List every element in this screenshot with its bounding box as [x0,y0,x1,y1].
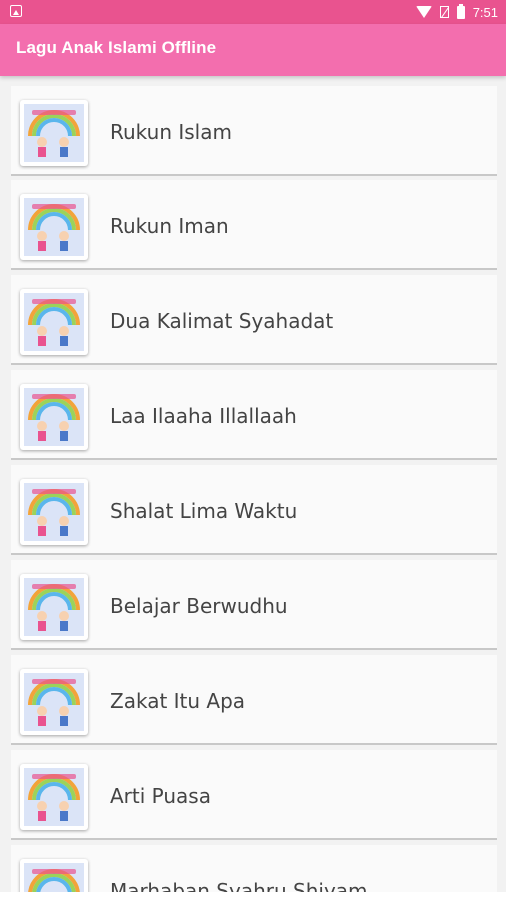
list-item[interactable]: Shalat Lima Waktu [11,465,497,555]
item-label: Marhaban Syahru Shiyam [110,879,368,892]
status-icons: 7:51 [415,3,498,21]
item-label: Dua Kalimat Syahadat [110,309,334,333]
no-sim-icon [439,6,449,18]
image-notification-icon [10,5,22,17]
app-thumbnail-icon [20,859,88,892]
list-item[interactable]: Dua Kalimat Syahadat [11,275,497,365]
item-label: Belajar Berwudhu [110,594,288,618]
song-list[interactable]: Rukun Islam Rukun Iman Dua Kalimat Syaha… [0,76,506,892]
app-thumbnail-icon [20,194,88,260]
wifi-icon [415,6,432,18]
battery-icon [456,3,465,19]
app-bar: Lagu Anak Islami Offline [0,24,506,76]
bottom-edge [0,892,506,900]
list-item[interactable]: Laa Ilaaha Illallaah [11,370,497,460]
app-thumbnail-icon [20,100,88,166]
item-label: Arti Puasa [110,784,211,808]
list-item[interactable]: Arti Puasa [11,750,497,840]
status-bar: 7:51 [0,0,506,24]
app-title: Lagu Anak Islami Offline [16,38,217,57]
item-label: Rukun Iman [110,214,229,238]
app-thumbnail-icon [20,574,88,640]
list-item[interactable]: Zakat Itu Apa [11,655,497,745]
app-thumbnail-icon [20,479,88,545]
app-thumbnail-icon [20,764,88,830]
app-thumbnail-icon [20,669,88,735]
list-item[interactable]: Marhaban Syahru Shiyam [11,845,497,892]
item-label: Rukun Islam [110,120,232,144]
list-item[interactable]: Rukun Iman [11,180,497,270]
item-label: Laa Ilaaha Illallaah [110,404,297,428]
list-item[interactable]: Belajar Berwudhu [11,560,497,650]
app-thumbnail-icon [20,289,88,355]
status-time: 7:51 [472,4,498,20]
app-thumbnail-icon [20,384,88,450]
item-label: Shalat Lima Waktu [110,499,298,523]
item-label: Zakat Itu Apa [110,689,246,713]
list-item[interactable]: Rukun Islam [11,86,497,176]
